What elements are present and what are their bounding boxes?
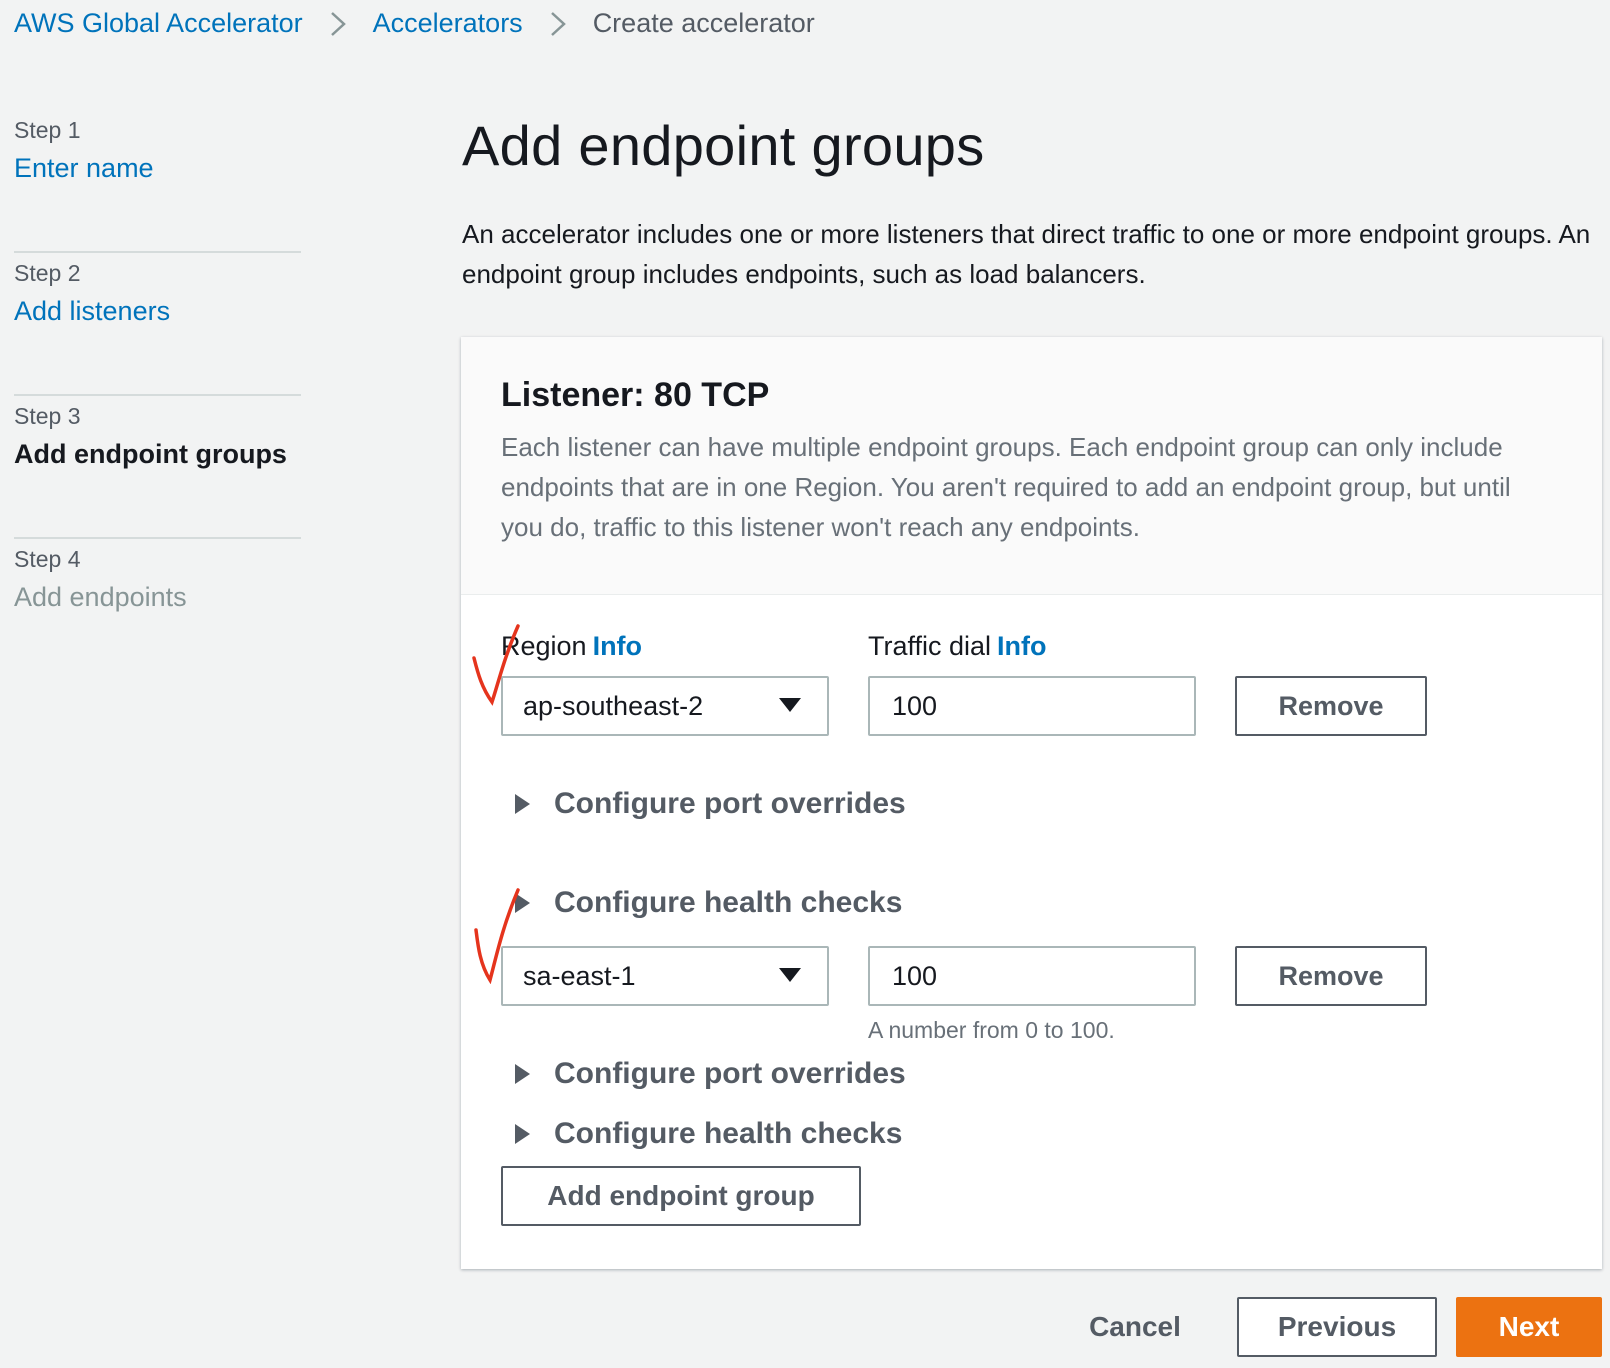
previous-button[interactable]: Previous — [1237, 1297, 1437, 1357]
step-current-add-endpoint-groups: Add endpoint groups — [14, 439, 287, 469]
port-overrides-expander-2[interactable]: Configure port overrides — [501, 1057, 906, 1091]
traffic-dial-label: Traffic dial Info — [868, 628, 1047, 664]
region-info-link[interactable]: Info — [593, 631, 642, 661]
step-number: Step 4 — [14, 546, 81, 572]
traffic-dial-input-2[interactable]: 100 — [868, 946, 1196, 1006]
step-2: Step 2 Add listeners — [14, 253, 301, 396]
expander-label: Configure health checks — [554, 1117, 903, 1150]
traffic-dial-input-1[interactable]: 100 — [868, 676, 1196, 736]
remove-button-1[interactable]: Remove — [1235, 676, 1427, 736]
breadcrumb: AWS Global Accelerator Accelerators Crea… — [14, 8, 815, 39]
step-4: Step 4 Add endpoints — [14, 539, 301, 682]
breadcrumb-accelerators[interactable]: Accelerators — [373, 8, 523, 39]
region-select-value: sa-east-1 — [523, 960, 636, 991]
panel-description: Each listener can have multiple endpoint… — [501, 432, 1511, 542]
step-3: Step 3 Add endpoint groups — [14, 396, 301, 539]
step-number: Step 1 — [14, 117, 81, 143]
region-select-1[interactable]: ap-southeast-2 — [501, 676, 829, 736]
expander-label: Configure port overrides — [554, 1057, 906, 1090]
chevron-right-icon — [523, 10, 593, 38]
traffic-dial-info-link[interactable]: Info — [997, 631, 1046, 661]
caret-down-icon — [779, 698, 801, 712]
traffic-dial-label-text: Traffic dial — [868, 631, 992, 661]
caret-down-icon — [779, 968, 801, 982]
caret-right-icon — [515, 1064, 530, 1084]
main-content: Add endpoint groups An accelerator inclu… — [462, 110, 1602, 294]
breadcrumb-global-accelerator[interactable]: AWS Global Accelerator — [14, 8, 303, 39]
cancel-button[interactable]: Cancel — [1070, 1297, 1200, 1357]
expander-label: Configure health checks — [554, 886, 903, 919]
expander-label: Configure port overrides — [554, 787, 906, 820]
breadcrumb-create-accelerator: Create accelerator — [592, 8, 815, 38]
handwritten-check-icon — [474, 888, 520, 984]
traffic-dial-hint: A number from 0 to 100. — [868, 1017, 1115, 1043]
health-checks-expander-2[interactable]: Configure health checks — [501, 1117, 902, 1151]
step-link-enter-name[interactable]: Enter name — [14, 148, 301, 188]
step-disabled-add-endpoints: Add endpoints — [14, 582, 187, 612]
step-1: Step 1 Enter name — [14, 110, 301, 253]
chevron-right-icon — [303, 10, 373, 38]
page-description: An accelerator includes one or more list… — [462, 219, 1591, 289]
region-select-value: ap-southeast-2 — [523, 690, 704, 721]
panel-title: Listener: 80 TCP — [501, 376, 770, 414]
page-title: Add endpoint groups — [462, 114, 985, 177]
wizard-steps: Step 1 Enter name Step 2 Add listeners S… — [14, 110, 301, 682]
port-overrides-expander-1[interactable]: Configure port overrides — [501, 787, 906, 821]
health-checks-expander-1[interactable]: Configure health checks — [501, 886, 902, 920]
handwritten-check-icon — [472, 624, 520, 706]
step-number: Step 2 — [14, 260, 81, 286]
step-link-add-listeners[interactable]: Add listeners — [14, 291, 301, 331]
page: AWS Global Accelerator Accelerators Crea… — [0, 0, 1610, 1368]
caret-right-icon — [515, 1124, 530, 1144]
remove-button-2[interactable]: Remove — [1235, 946, 1427, 1006]
traffic-dial-value: 100 — [892, 690, 938, 721]
next-button[interactable]: Next — [1456, 1297, 1602, 1357]
traffic-dial-value: 100 — [892, 960, 938, 991]
caret-right-icon — [515, 794, 530, 814]
step-number: Step 3 — [14, 403, 81, 429]
panel-header: Listener: 80 TCP Each listener can have … — [461, 337, 1602, 595]
region-select-2[interactable]: sa-east-1 — [501, 946, 829, 1006]
add-endpoint-group-button[interactable]: Add endpoint group — [501, 1166, 861, 1226]
